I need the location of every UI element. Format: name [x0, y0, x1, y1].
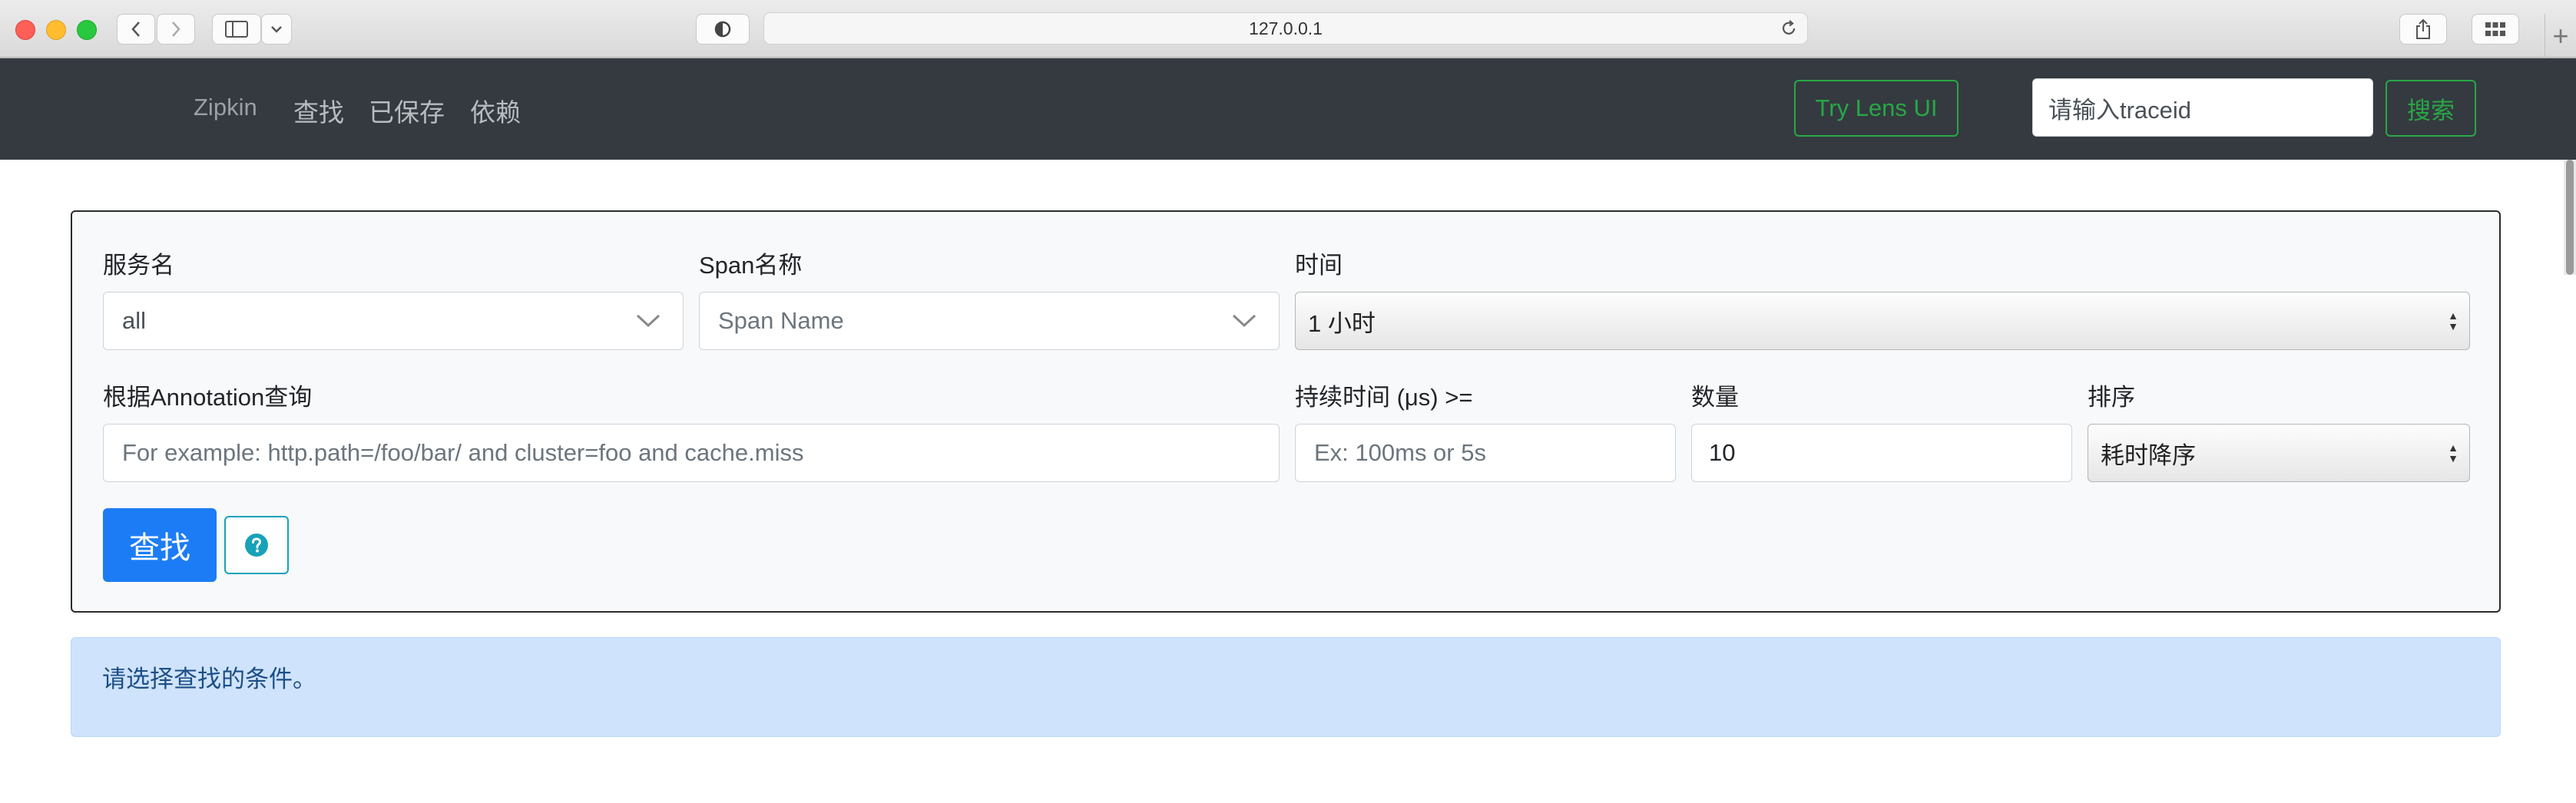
duration-placeholder: Ex: 100ms or 5s: [1314, 439, 1486, 466]
span-name-label: Span名称: [699, 252, 803, 279]
page-scrollbar[interactable]: [2564, 160, 2576, 275]
service-name-label: 服务名: [103, 252, 174, 279]
service-name-value: all: [122, 307, 147, 334]
chevron-down-icon: [1232, 314, 1257, 328]
limit-input[interactable]: 10: [1691, 424, 2072, 482]
alert-message: 请选择查找的条件。: [102, 666, 316, 692]
sort-select[interactable]: 耗时降序 ▲ ▼: [2088, 424, 2470, 482]
chevron-down-icon: [271, 26, 282, 33]
help-button[interactable]: [224, 516, 289, 574]
new-tab-button[interactable]: +: [2545, 14, 2576, 58]
minimize-window-button[interactable]: [46, 20, 66, 40]
privacy-report-button[interactable]: [696, 14, 750, 45]
chevron-left-icon: [131, 21, 140, 37]
nav-link-saved[interactable]: 已保存: [369, 92, 445, 129]
back-button[interactable]: [117, 14, 155, 45]
address-bar[interactable]: 127.0.0.1: [763, 12, 1808, 45]
tab-overview-button[interactable]: [2472, 14, 2519, 45]
find-button[interactable]: 查找: [103, 508, 217, 582]
browser-toolbar: 127.0.0.1 +: [0, 0, 2576, 58]
chevron-down-icon: [636, 314, 661, 328]
annotation-query-label: 根据Annotation查询: [103, 384, 313, 411]
info-alert: 请选择查找的条件。: [71, 637, 2501, 737]
annotation-query-placeholder: For example: http.path=/foo/bar/ and clu…: [122, 439, 804, 466]
service-name-select[interactable]: all: [103, 292, 684, 350]
brand-link[interactable]: Zipkin: [194, 94, 257, 121]
annotation-query-input[interactable]: For example: http.path=/foo/bar/ and clu…: [103, 424, 1280, 482]
share-button[interactable]: [2399, 14, 2447, 45]
zoom-window-button[interactable]: [77, 20, 97, 40]
chevron-right-icon: [172, 21, 180, 37]
sidebar-toggle-button[interactable]: [212, 14, 261, 45]
time-label: 时间: [1295, 252, 1343, 279]
sidebar-icon: [225, 21, 248, 38]
updown-arrows-icon: ▲ ▼: [2448, 309, 2458, 332]
scrollbar-thumb[interactable]: [2566, 160, 2574, 275]
shield-icon: [714, 21, 731, 38]
question-circle-icon: [245, 534, 268, 557]
span-name-value: Span Name: [718, 307, 844, 334]
nav-link-dependencies[interactable]: 依赖: [470, 92, 521, 129]
duration-label: 持续时间 (μs) >=: [1295, 384, 1473, 411]
close-window-button[interactable]: [15, 20, 35, 40]
nav-link-find[interactable]: 查找: [293, 92, 344, 129]
traceid-placeholder: 请输入traceid: [2048, 96, 2192, 124]
time-range-select[interactable]: 1 小时 ▲ ▼: [1295, 292, 2470, 350]
time-range-value: 1 小时: [1308, 309, 1376, 337]
sort-label: 排序: [2088, 384, 2135, 411]
traceid-input[interactable]: 请输入traceid: [2032, 78, 2373, 137]
try-lens-ui-button[interactable]: Try Lens UI: [1794, 80, 1958, 137]
app-navbar: Zipkin 查找 已保存 依赖 Try Lens UI 请输入traceid …: [0, 58, 2576, 160]
limit-label: 数量: [1691, 384, 1739, 411]
duration-input[interactable]: Ex: 100ms or 5s: [1295, 424, 1676, 482]
url-text: 127.0.0.1: [1249, 18, 1323, 38]
forward-button[interactable]: [157, 14, 195, 45]
span-name-select[interactable]: Span Name: [699, 292, 1280, 350]
search-traceid-button[interactable]: 搜索: [2386, 80, 2476, 137]
sort-value: 耗时降序: [2101, 441, 2196, 469]
updown-arrows-icon: ▲ ▼: [2448, 441, 2458, 464]
search-form-card: 服务名 all Span名称 Span Name 时间 1 小时 ▲ ▼ 根据An…: [71, 210, 2501, 613]
reload-icon[interactable]: [1780, 19, 1798, 38]
sidebar-menu-button[interactable]: [261, 14, 292, 45]
grid-icon: [2485, 22, 2505, 36]
limit-value: 10: [1709, 439, 1736, 466]
share-icon: [2416, 18, 2430, 39]
